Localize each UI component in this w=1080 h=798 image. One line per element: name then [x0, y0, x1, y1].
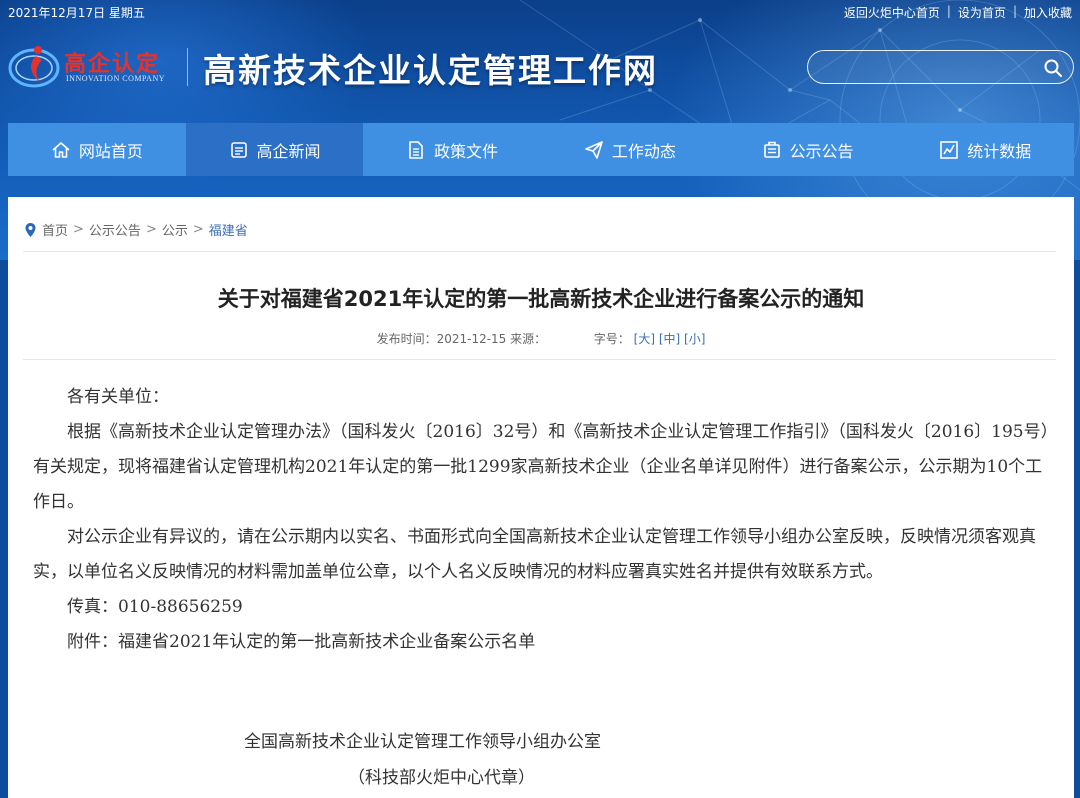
nav-item-notices[interactable]: 公示公告 — [718, 123, 897, 176]
document-icon — [409, 140, 423, 159]
home-icon — [52, 141, 70, 158]
notice-board-icon — [763, 141, 780, 158]
breadcrumb: 首页 > 公示公告 > 公示 > 福建省 — [24, 220, 248, 239]
paper-plane-icon — [585, 140, 603, 159]
signature-organization: 全国高新技术企业认定管理工作领导小组办公室 — [244, 732, 601, 752]
breadcrumb-home[interactable]: 首页 — [42, 220, 68, 239]
main-nav: 网站首页 高企新闻 政策文件 工作动态 公示公告 统计数据 — [8, 123, 1075, 176]
nav-item-news[interactable]: 高企新闻 — [185, 123, 364, 176]
article-title: 关于对福建省2021年认定的第一批高新技术企业进行备案公示的通知 — [217, 287, 865, 311]
article-meta: 发布时间：2021-12-15 来源： 字号： [大] [中] [小] — [8, 330, 1074, 347]
news-icon — [230, 141, 247, 158]
nav-item-label: 公示公告 — [789, 141, 854, 161]
search-box[interactable] — [807, 50, 1074, 84]
back-to-torch-home-link[interactable]: 返回火炬中心首页 — [844, 4, 940, 21]
breadcrumb-separator: > — [73, 222, 84, 237]
current-date: 2021年12月17日 星期五 — [8, 6, 145, 20]
separator: | — [946, 4, 951, 18]
article-paragraph: 对公示企业有异议的，请在公示期内以实名、书面形式向全国高新技术企业认定管理工作领… — [33, 527, 1036, 582]
font-size-medium-link[interactable]: [中] — [659, 332, 680, 346]
nav-item-label: 工作动态 — [611, 141, 676, 161]
publish-info: 发布时间：2021-12-15 来源： — [376, 332, 547, 346]
nav-item-work-updates[interactable]: 工作动态 — [541, 123, 719, 176]
top-links: 返回火炬中心首页 | 设为首页 | 加入收藏 — [844, 4, 1072, 21]
nav-item-label: 高企新闻 — [256, 141, 321, 161]
font-size-label: 字号： — [593, 332, 630, 346]
search-input[interactable] — [822, 57, 1042, 79]
breadcrumb-fujian[interactable]: 福建省 — [209, 220, 248, 239]
set-homepage-link[interactable]: 设为首页 — [958, 4, 1006, 21]
chart-icon — [940, 140, 958, 159]
article-paragraph: 根据《高新技术企业认定管理办法》（国科发火〔2016〕32号）和《高新技术企业认… — [33, 422, 1050, 512]
site-logo[interactable]: 高企认定 INNOVATION COMPANY — [8, 38, 188, 96]
divider — [23, 359, 1056, 360]
breadcrumb-publicity[interactable]: 公示 — [162, 220, 188, 239]
logo-divider — [187, 48, 188, 86]
nav-item-label: 政策文件 — [434, 141, 499, 161]
nav-item-statistics[interactable]: 统计数据 — [896, 123, 1075, 176]
nav-item-policy[interactable]: 政策文件 — [363, 123, 542, 176]
breadcrumb-separator: > — [192, 222, 204, 237]
location-pin-icon — [25, 222, 36, 237]
separator: | — [1012, 4, 1017, 18]
breadcrumb-separator: > — [145, 222, 157, 237]
nav-item-label: 网站首页 — [78, 141, 143, 161]
salutation: 各有关单位： — [67, 387, 169, 407]
nav-item-label: 统计数据 — [967, 141, 1032, 161]
attachment-line: 附件：福建省2021年认定的第一批高新技术企业备案公示名单 — [67, 632, 536, 652]
font-size-small-link[interactable]: [小] — [684, 332, 705, 346]
divider — [23, 251, 1056, 252]
breadcrumb-notices[interactable]: 公示公告 — [89, 220, 141, 239]
top-bar: 2021年12月17日 星期五 返回火炬中心首页 | 设为首页 | 加入收藏 — [0, 0, 1080, 24]
font-size-large-link[interactable]: [大] — [634, 332, 655, 346]
add-favorite-link[interactable]: 加入收藏 — [1024, 4, 1072, 21]
article-container: 首页 > 公示公告 > 公示 > 福建省 关于对福建省2021年认定的第一批高新… — [8, 197, 1074, 798]
nav-item-home[interactable]: 网站首页 — [8, 123, 186, 176]
signature-seal-note: （科技部火炬中心代章） — [348, 768, 535, 788]
logo-mark-icon — [8, 46, 60, 88]
site-title: 高新技术企业认定管理工作网 — [203, 51, 658, 90]
logo-english-text: INNOVATION COMPANY — [66, 74, 166, 83]
search-icon[interactable] — [1043, 58, 1063, 78]
fax-line: 传真：010-88656259 — [67, 597, 243, 617]
article-body: 各有关单位： 根据《高新技术企业认定管理办法》（国科发火〔2016〕32号）和《… — [33, 380, 1051, 660]
